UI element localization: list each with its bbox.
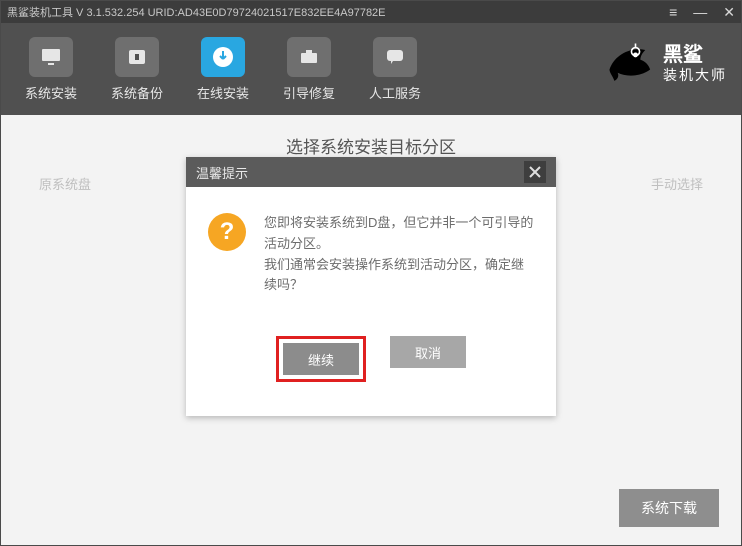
dialog-close-icon[interactable] <box>524 161 546 183</box>
toolbar-label: 在线安装 <box>197 83 249 102</box>
continue-button[interactable]: 继续 <box>283 343 359 375</box>
dialog-title: 温馨提示 <box>196 163 524 182</box>
toolbar-label: 系统安装 <box>25 83 77 102</box>
toolbox-icon <box>287 37 331 77</box>
dialog-message: 您即将安装系统到D盘，但它并非一个可引导的活动分区。 我们通常会安装操作系统到活… <box>264 213 534 296</box>
content-area: 选择系统安装目标分区 原系统盘 手动选择 温馨提示 ? 您即将安装系统到D盘，但… <box>1 115 741 477</box>
toolbar-label: 引导修复 <box>283 83 335 102</box>
menu-icon[interactable]: ≡ <box>669 5 677 19</box>
modal-overlay: 温馨提示 ? 您即将安装系统到D盘，但它并非一个可引导的活动分区。 我们通常会安… <box>1 115 741 477</box>
brand-line2: 装机大师 <box>663 67 727 84</box>
dialog-message-line2: 我们通常会安装操作系统到活动分区，确定继续吗？ <box>264 255 534 297</box>
toolbar-item-backup[interactable]: 系统备份 <box>105 37 169 102</box>
brand: 黑鲨 装机大师 <box>603 37 727 89</box>
window-title: 黑鲨装机工具 V 3.1.532.254 URID:AD43E0D7972402… <box>7 4 669 20</box>
toolbar-item-bootfix[interactable]: 引导修复 <box>277 37 341 102</box>
dialog-message-line1: 您即将安装系统到D盘，但它并非一个可引导的活动分区。 <box>264 213 534 255</box>
dialog-body: ? 您即将安装系统到D盘，但它并非一个可引导的活动分区。 我们通常会安装操作系统… <box>186 187 556 306</box>
titlebar: 黑鲨装机工具 V 3.1.532.254 URID:AD43E0D7972402… <box>1 1 741 23</box>
minimize-icon[interactable]: — <box>693 5 707 19</box>
toolbar-item-online[interactable]: 在线安装 <box>191 37 255 102</box>
dialog-titlebar: 温馨提示 <box>186 157 556 187</box>
brand-line1: 黑鲨 <box>663 43 727 67</box>
window-controls: ≡ — ✕ <box>669 5 735 19</box>
question-icon: ? <box>208 213 246 251</box>
toolbar-label: 系统备份 <box>111 83 163 102</box>
backup-icon <box>115 37 159 77</box>
toolbar: 系统安装 系统备份 在线安装 引导修复 人工服务 <box>1 23 741 115</box>
cancel-button[interactable]: 取消 <box>390 336 466 368</box>
system-download-button[interactable]: 系统下载 <box>619 489 719 527</box>
dialog-actions: 继续 取消 <box>186 306 556 416</box>
shark-logo-icon <box>603 37 655 89</box>
continue-highlight: 继续 <box>276 336 366 382</box>
chat-icon <box>373 37 417 77</box>
toolbar-item-install[interactable]: 系统安装 <box>19 37 83 102</box>
download-icon <box>201 37 245 77</box>
monitor-icon <box>29 37 73 77</box>
toolbar-label: 人工服务 <box>369 83 421 102</box>
confirm-dialog: 温馨提示 ? 您即将安装系统到D盘，但它并非一个可引导的活动分区。 我们通常会安… <box>186 157 556 416</box>
app-window: 黑鲨装机工具 V 3.1.532.254 URID:AD43E0D7972402… <box>0 0 742 546</box>
footer: 系统下载 <box>1 477 741 545</box>
toolbar-item-support[interactable]: 人工服务 <box>363 37 427 102</box>
close-icon[interactable]: ✕ <box>723 5 735 19</box>
